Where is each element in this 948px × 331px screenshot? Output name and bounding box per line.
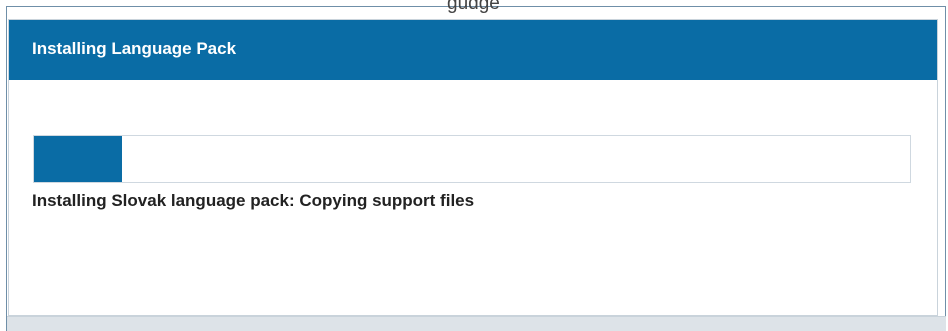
install-dialog: Installing Language Pack Installing Slov…: [8, 19, 938, 316]
screen: ɡuɑɡe Installing Language Pack Installin…: [0, 0, 948, 331]
dialog-footer-bar: [7, 316, 946, 331]
progress-bar-fill: [34, 136, 122, 182]
progress-status-text: Installing Slovak language pack: Copying…: [32, 191, 475, 210]
dialog-title: Installing Language Pack: [32, 39, 237, 58]
background-window-title: ɡuɑɡe: [447, 0, 500, 14]
dialog-header: Installing Language Pack: [9, 20, 937, 80]
progress-bar: [33, 135, 911, 183]
